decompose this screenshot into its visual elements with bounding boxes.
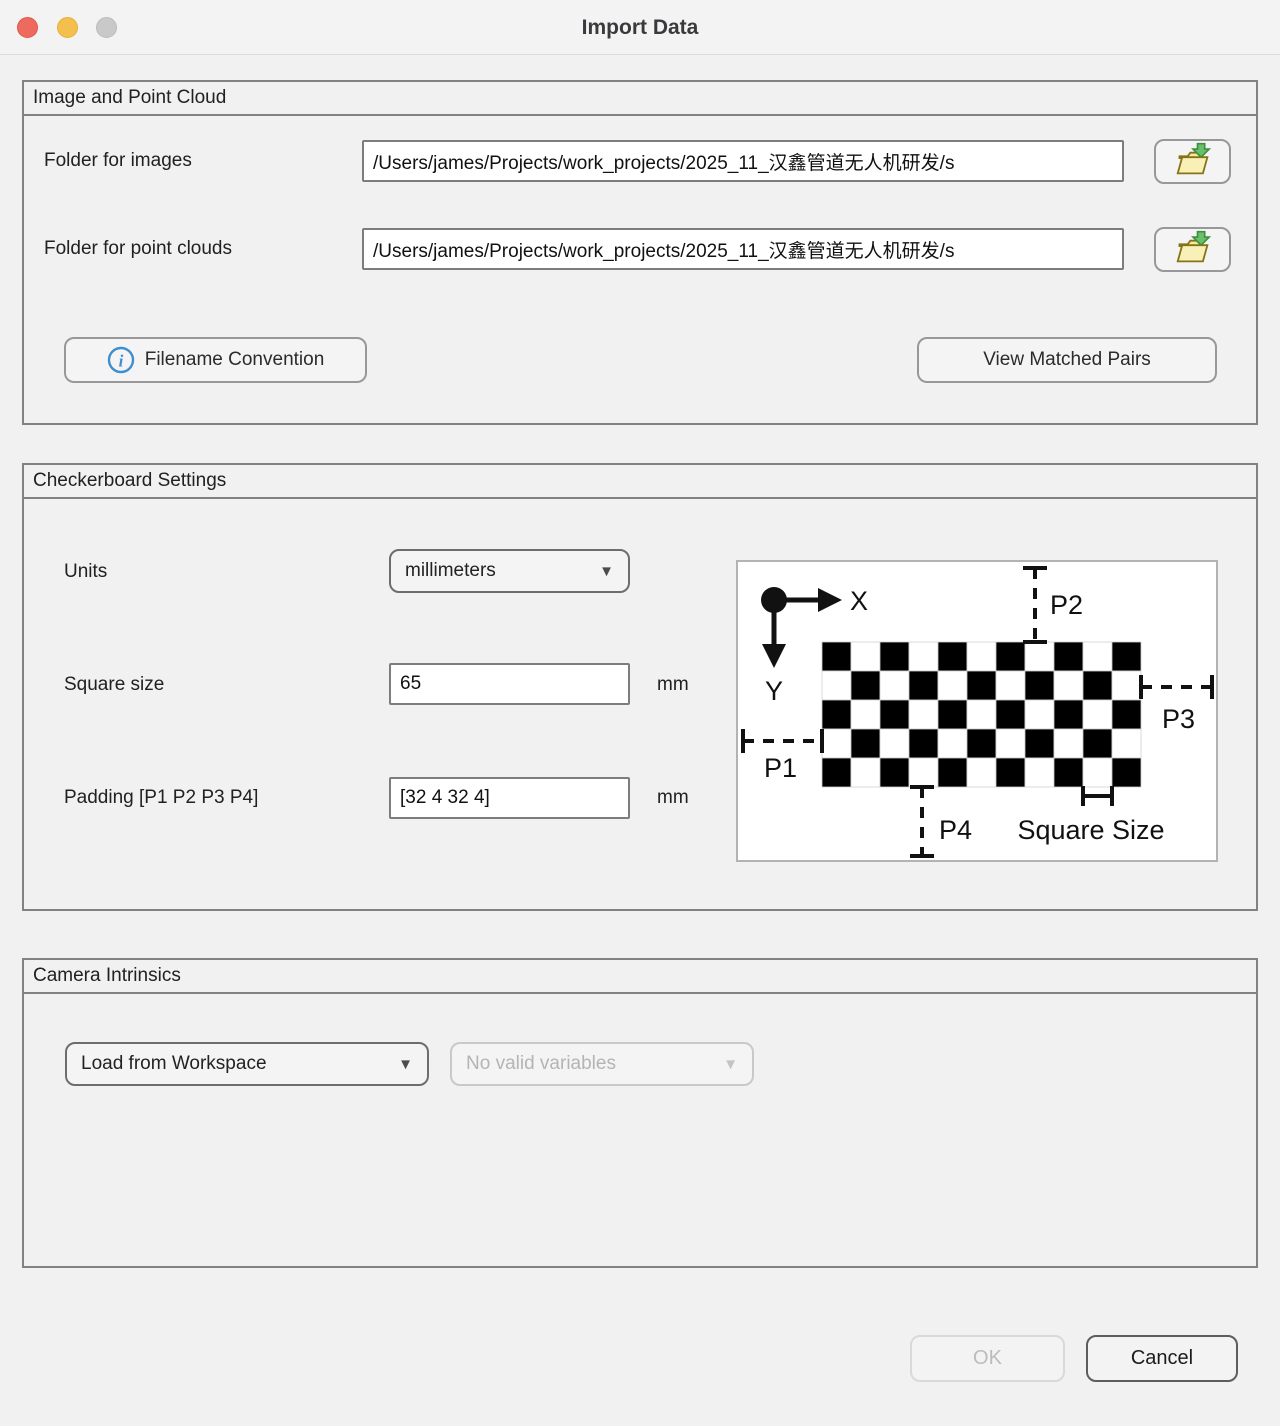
intrinsics-variable-dropdown[interactable]: No valid variables ▼ [450, 1042, 754, 1086]
section-image-point-cloud: Image and Point Cloud Folder for images … [22, 80, 1258, 425]
units-dropdown[interactable]: millimeters ▼ [389, 549, 630, 593]
section-camera-intrinsics: Camera Intrinsics Load from Workspace ▼ … [22, 958, 1258, 1268]
section-title-image-point-cloud: Image and Point Cloud [24, 82, 1256, 116]
folder-images-input[interactable] [362, 140, 1124, 182]
square-size-diagram-label: Square Size [1017, 815, 1164, 845]
chevron-down-icon: ▼ [599, 563, 614, 580]
view-matched-pairs-button[interactable]: View Matched Pairs [917, 337, 1217, 383]
filename-convention-button[interactable]: i Filename Convention [64, 337, 367, 383]
x-axis-label: X [850, 586, 868, 616]
browse-pointclouds-button[interactable] [1154, 227, 1231, 272]
folder-import-icon [1172, 229, 1214, 271]
chevron-down-icon: ▼ [723, 1056, 738, 1073]
chevron-down-icon: ▼ [398, 1056, 413, 1073]
square-size-unit: mm [657, 674, 689, 696]
section-title-camera-intrinsics: Camera Intrinsics [24, 960, 1256, 994]
padding-unit: mm [657, 787, 689, 809]
intrinsics-source-dropdown[interactable]: Load from Workspace ▼ [65, 1042, 429, 1086]
units-label: Units [64, 561, 107, 583]
padding-label: Padding [P1 P2 P3 P4] [64, 787, 258, 809]
y-axis-label: Y [765, 676, 783, 706]
square-size-label: Square size [64, 674, 164, 696]
folder-pointclouds-label: Folder for point clouds [44, 238, 232, 260]
padding-input[interactable] [389, 777, 630, 819]
checkerboard-diagram: X Y P2 P3 P1 P4 [736, 560, 1218, 862]
cancel-button[interactable]: Cancel [1086, 1335, 1238, 1382]
window-title: Import Data [0, 0, 1280, 55]
svg-text:i: i [118, 352, 123, 371]
fullscreen-button[interactable] [96, 17, 117, 38]
x-axis-arrow-icon [818, 588, 842, 612]
y-axis-arrow-icon [762, 644, 786, 668]
folder-images-label: Folder for images [44, 150, 192, 172]
square-size-input[interactable] [389, 663, 630, 705]
p1-label: P1 [764, 753, 797, 783]
view-matched-pairs-label: View Matched Pairs [983, 349, 1151, 371]
browse-images-button[interactable] [1154, 139, 1231, 184]
folder-import-icon [1172, 141, 1214, 183]
section-title-checkerboard: Checkerboard Settings [24, 465, 1256, 499]
intrinsics-source-value: Load from Workspace [81, 1053, 267, 1075]
filename-convention-label: Filename Convention [145, 349, 325, 371]
info-icon: i [107, 346, 135, 374]
intrinsics-variable-value: No valid variables [466, 1053, 616, 1075]
p2-label: P2 [1050, 590, 1083, 620]
title-bar: Import Data [0, 0, 1280, 55]
p4-label: P4 [939, 815, 972, 845]
minimize-button[interactable] [57, 17, 78, 38]
close-button[interactable] [17, 17, 38, 38]
folder-pointclouds-input[interactable] [362, 228, 1124, 270]
units-value: millimeters [405, 560, 496, 582]
checkerboard-squares [822, 642, 1141, 787]
section-checkerboard-settings: Checkerboard Settings Units millimeters … [22, 463, 1258, 911]
checkerboard-diagram-svg: X Y P2 P3 P1 P4 [738, 562, 1216, 860]
ok-button[interactable]: OK [910, 1335, 1065, 1382]
p3-label: P3 [1162, 704, 1195, 734]
